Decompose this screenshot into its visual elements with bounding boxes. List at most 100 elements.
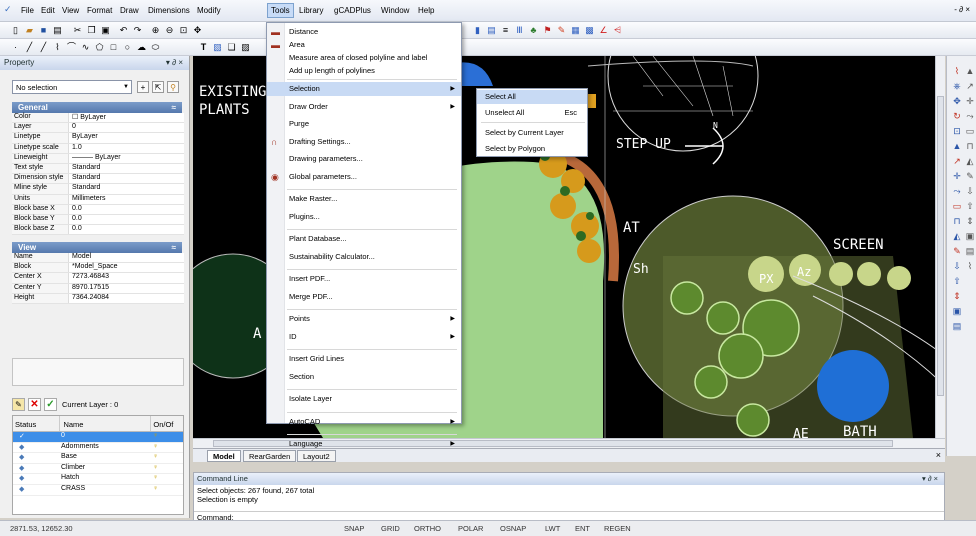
label-icon[interactable]: ✎ [556,25,567,36]
extend-icon[interactable]: ⤳ [951,186,963,198]
toggle-snap[interactable]: SNAP [344,524,364,533]
property-value[interactable]: 8970.17515 [69,284,184,293]
property-value[interactable]: Model [69,253,184,262]
angle-icon[interactable]: ∠ [598,25,609,36]
col-status[interactable]: Status [13,416,61,431]
vscroll-thumb[interactable] [937,96,944,396]
property-value[interactable]: ☐ ByLayer [69,113,184,122]
plant-icon[interactable]: ♣ [528,25,539,36]
submenu-item-unselect-all[interactable]: Unselect All Esc [477,106,587,120]
line-icon[interactable]: ╱ [24,42,35,53]
property-row[interactable]: Layer 0 [12,123,184,134]
property-value[interactable]: Standard [69,164,184,173]
offset-icon-alt[interactable]: ⇧ [964,201,976,213]
menu-item-insert-pdf[interactable]: Insert PDF... [267,272,461,286]
layers-icon[interactable]: ▮ [472,25,483,36]
menu-modify[interactable]: Modify [194,5,224,16]
toggle-osnap[interactable]: OSNAP [500,524,526,533]
menu-item-drawing-parameters[interactable]: Drawing parameters... [267,152,461,166]
general-section-header[interactable]: General ≈ [12,102,182,113]
zoom-window-icon[interactable]: ⊡ [178,25,189,36]
redo-icon[interactable]: ↷ [132,25,143,36]
menu-dimensions[interactable]: Dimensions [145,5,193,16]
menu-file[interactable]: File [18,5,37,16]
property-row[interactable]: Height 7364.24084 [12,293,184,304]
selection-dropdown[interactable]: No selection ▼ [12,80,132,94]
paste-icon[interactable]: ▣ [100,25,111,36]
copy-obj-icon-alt[interactable]: ↗ [964,81,976,93]
copy-icon[interactable]: ❐ [86,25,97,36]
extend-icon-alt[interactable]: ⇩ [964,186,976,198]
break-icon[interactable]: ⊓ [951,216,963,228]
mirror-icon[interactable]: ▲ [951,141,963,153]
polygon-icon[interactable]: ⬠ [94,42,105,53]
property-row[interactable]: Units Millimeters [12,194,184,205]
menu-item-section[interactable]: Section [267,370,461,384]
zoom-out-icon[interactable]: ⊖ [164,25,175,36]
property-row[interactable]: Mline style Standard [12,184,184,195]
menu-draw[interactable]: Draw [117,5,142,16]
property-value[interactable]: 0.0 [69,205,184,214]
menu-item-area[interactable]: Area ▬ [267,38,461,52]
explode-icon-alt[interactable]: ⌇ [964,261,976,273]
menu-item-make-raster[interactable]: Make Raster... [267,192,461,206]
property-row[interactable]: Linetype scale 1.0 [12,143,184,154]
chamfer-icon-alt[interactable]: ▣ [964,231,976,243]
bulb-icon[interactable]: ♀ [153,485,173,495]
polyline-icon[interactable]: ⌇ [52,42,63,53]
property-value[interactable]: 0.0 [69,215,184,224]
property-value[interactable]: Millimeters [69,195,184,204]
menu-item-draw-order[interactable]: Draw Order ▶ [267,100,461,114]
explode-icon[interactable]: ⇩ [951,261,963,273]
set-current-icon[interactable]: ✓ [44,398,57,411]
command-panel-controls[interactable]: ▾ ∂ × [922,474,938,483]
align-icon[interactable]: ⇕ [951,291,963,303]
menu-window[interactable]: Window [378,5,412,16]
chevron-down-icon[interactable]: ▼ [123,84,129,90]
property-row[interactable]: Block base Y 0.0 [12,214,184,226]
erase-icon[interactable]: ⌇ [951,66,963,78]
menu-item-selection[interactable]: Selection ▶ [267,82,461,96]
new-icon[interactable]: ▯ [10,25,21,36]
property-value[interactable]: Standard [69,184,184,193]
layer-states-icon[interactable]: ▤ [486,25,497,36]
menu-item-language[interactable]: Language ▶ [267,437,461,451]
bulb-icon[interactable]: ♀ [153,474,173,484]
panel-controls-icon[interactable]: ▾ ∂ × [166,58,183,67]
toggle-pickadd-icon[interactable]: + [137,81,149,93]
menu-item-measure-area-of-closed-polyline-and-label[interactable]: Measure area of closed polyline and labe… [267,51,461,65]
layer-row[interactable]: ◆ Climber ♀ [13,464,183,475]
bulb-icon[interactable]: ♀ [153,464,173,474]
menu-item-plugins[interactable]: Plugins... [267,210,461,224]
arc-icon[interactable]: ⌒ [66,42,77,53]
stretch-icon[interactable]: ↗ [951,156,963,168]
revcloud-icon[interactable]: ☁ [136,42,147,53]
property-row[interactable]: Center X 7273.46843 [12,273,184,284]
submenu-item-select-by-current-layer[interactable]: Select by Current Layer [477,126,587,140]
layer-row[interactable]: ✓ 0 ♀ [13,432,183,443]
property-value[interactable]: *Model_Space [69,263,184,272]
menu-view[interactable]: View [59,5,82,16]
property-value[interactable]: 0 [69,123,184,132]
menu-item-insert-grid-lines[interactable]: Insert Grid Lines [267,352,461,366]
property-row[interactable]: Block base X 0.0 [12,204,184,215]
layer-row[interactable]: ◆ CRASS ♀ [13,485,183,496]
new-layer-icon[interactable]: ✎ [12,398,25,411]
bulb-icon[interactable]: ♀ [153,432,173,442]
property-value[interactable]: 0.0 [69,225,184,234]
menu-library[interactable]: Library [296,5,326,16]
bulb-icon[interactable]: ♀ [153,443,173,453]
align-icon[interactable]: ≡ [500,25,511,36]
toggle-ent[interactable]: ENT [575,524,590,533]
rectangle-icon[interactable]: □ [108,42,119,53]
col-onoff[interactable]: On/Of [151,416,183,431]
rotate-icon-alt[interactable]: ⤳ [964,111,976,123]
cut-icon[interactable]: ✂ [72,25,83,36]
property-value[interactable]: Standard [69,174,184,183]
toggle-regen[interactable]: REGEN [604,524,631,533]
zoom-icon[interactable]: ⊕ [150,25,161,36]
stretch-icon-alt[interactable]: ◭ [964,156,976,168]
canvas-vscrollbar[interactable] [935,56,945,438]
menu-item-purge[interactable]: Purge [267,117,461,131]
properties-icon[interactable]: ▤ [951,321,963,333]
